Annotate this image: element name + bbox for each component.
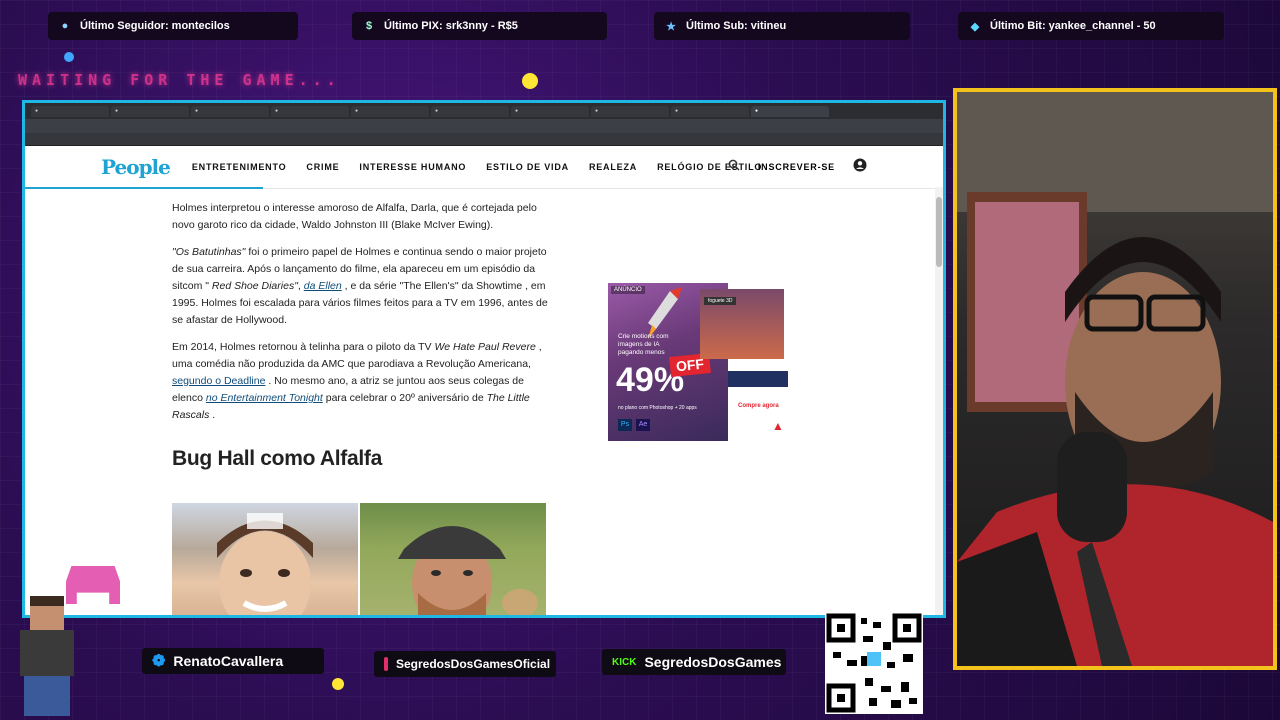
paragraph-text: para celebrar o 20º aniversário de — [322, 392, 487, 404]
photoshop-icon: Ps — [618, 419, 632, 431]
nav-interesse-humano[interactable]: INTERESSE HUMANO — [359, 162, 466, 172]
twitter-icon: ❁ — [152, 653, 166, 670]
address-bar[interactable] — [25, 119, 943, 133]
rocket-thumbnail: foguete 3D — [700, 289, 784, 359]
link-da-ellen[interactable]: da Ellen — [304, 280, 342, 292]
bookmarks-bar — [25, 133, 943, 146]
instagram-handle[interactable]: SegredosDosGamesOficial — [374, 651, 556, 677]
scrollbar-thumb[interactable] — [936, 197, 942, 267]
twitter-name: RenatoCavallera — [173, 653, 284, 669]
kick-icon: KICK — [612, 656, 637, 668]
diamond-icon: ◆ — [970, 20, 980, 33]
ad-side-panel: foguete 3D Compre agora ▲ — [700, 283, 788, 441]
nav-realeza[interactable]: REALEZA — [589, 162, 637, 172]
browser-tab-active[interactable]: ● — [751, 105, 829, 117]
kick-name: SegredosDosGames — [644, 654, 782, 670]
qr-url-label: livepix.gg/segredosdosgames — [826, 602, 919, 609]
pixel-streamer-avatar — [6, 596, 84, 716]
adobe-logo-icon: ▲ — [772, 419, 784, 433]
show-title: "Os Batutinhas" — [172, 246, 246, 258]
last-bit-label: Último Bit: yankee_channel - 50 — [990, 20, 1156, 32]
blue-dot-icon — [64, 52, 74, 62]
browser-window: ● ● ● ● ● ● ● ● ● ● People ENTRETENIMENT… — [22, 100, 946, 618]
dollar-icon: $ — [365, 20, 373, 32]
livepix-qr-code[interactable] — [825, 612, 923, 714]
browser-tab[interactable]: ● — [271, 105, 349, 117]
page-scrollbar[interactable] — [935, 187, 943, 615]
nav-entretenimento[interactable]: ENTRETENIMENTO — [192, 162, 287, 172]
browser-tab[interactable]: ● — [671, 105, 749, 117]
link-deadline[interactable]: segundo o Deadline — [172, 375, 265, 387]
paragraph-text: Em 2014, Holmes retornou à telinha para … — [172, 341, 435, 353]
ad-cta-button[interactable]: Compre agora — [738, 403, 779, 409]
show-title: Red Shoe Diaries" — [208, 280, 298, 292]
last-sub-alert: ★ Último Sub: vitineu — [654, 12, 910, 40]
account-icon[interactable] — [853, 158, 867, 177]
browser-tab[interactable]: ● — [591, 105, 669, 117]
twitter-handle[interactable]: ❁ RenatoCavallera — [142, 648, 324, 674]
after-effects-icon: Ae — [636, 419, 650, 431]
last-bit-alert: ◆ Último Bit: yankee_channel - 50 — [958, 12, 1224, 40]
paragraph-text: . — [209, 409, 216, 421]
instagram-icon — [384, 657, 388, 671]
article-paragraph: Holmes interpretou o interesse amoroso d… — [172, 200, 552, 234]
browser-tab[interactable]: ● — [511, 105, 589, 117]
browser-tab[interactable]: ● — [351, 105, 429, 117]
user-icon: ● — [61, 20, 69, 32]
browser-tab[interactable]: ● — [31, 105, 109, 117]
show-title: We Hate Paul Revere — [434, 341, 536, 353]
section-heading: Bug Hall como Alfalfa — [172, 447, 382, 470]
last-sub-label: Último Sub: vitineu — [686, 20, 787, 32]
timeline-strip — [728, 371, 788, 387]
site-header: People ENTRETENIMENTO CRIME INTERESSE HU… — [25, 146, 943, 189]
last-pix-label: Último PIX: srk3nny - R$5 — [384, 20, 518, 32]
subscribe-button[interactable]: INSCREVER-SE — [758, 162, 835, 172]
instagram-name: SegredosDosGamesOficial — [396, 657, 551, 671]
kick-handle[interactable]: KICK SegredosDosGames — [602, 649, 786, 675]
nav-crime[interactable]: CRIME — [306, 162, 339, 172]
paragraph-text: Holmes interpretou o interesse amoroso d… — [172, 202, 537, 231]
nav-estilo-de-vida[interactable]: ESTILO DE VIDA — [486, 162, 569, 172]
photo-adult-bug-hall — [360, 503, 546, 615]
article-paragraph: Em 2014, Holmes retornou à telinha para … — [172, 339, 552, 424]
ad-tooltip: foguete 3D — [704, 297, 737, 305]
pacman-dot-icon — [522, 73, 538, 89]
ad-headline: Crie motions com imagens de IA pagando m… — [618, 333, 669, 356]
browser-tab[interactable]: ● — [431, 105, 509, 117]
photo-young-bug-hall — [172, 503, 358, 615]
link-entertainment-tonight[interactable]: no Entertainment Tonight — [206, 392, 323, 404]
people-logo[interactable]: People — [101, 155, 171, 179]
article-paragraph: "Os Batutinhas" foi o primeiro papel de … — [172, 244, 552, 329]
reading-progress-bar — [25, 187, 263, 189]
waiting-banner: WAITING FOR THE GAME... — [18, 71, 341, 89]
browser-tab[interactable]: ● — [191, 105, 269, 117]
adobe-ad[interactable]: ANÚNCIO Crie motions com imagens de IA p… — [608, 283, 788, 441]
browser-tabbar: ● ● ● ● ● ● ● ● ● ● — [25, 103, 943, 119]
star-icon: ★ — [666, 20, 676, 33]
article-body: Holmes interpretou o interesse amoroso d… — [172, 200, 552, 470]
search-icon[interactable] — [728, 158, 740, 176]
last-follower-alert: ● Último Seguidor: montecilos — [48, 12, 298, 40]
webcam-feed — [953, 88, 1277, 670]
ad-subtext: no plano com Photoshop + 20 apps — [618, 405, 697, 411]
ad-tag: ANÚNCIO — [611, 286, 645, 294]
last-pix-alert: $ Último PIX: srk3nny - R$5 — [352, 12, 607, 40]
browser-tab[interactable]: ● — [111, 105, 189, 117]
last-follower-label: Último Seguidor: montecilos — [80, 20, 230, 32]
yellow-dot-icon — [332, 678, 344, 690]
